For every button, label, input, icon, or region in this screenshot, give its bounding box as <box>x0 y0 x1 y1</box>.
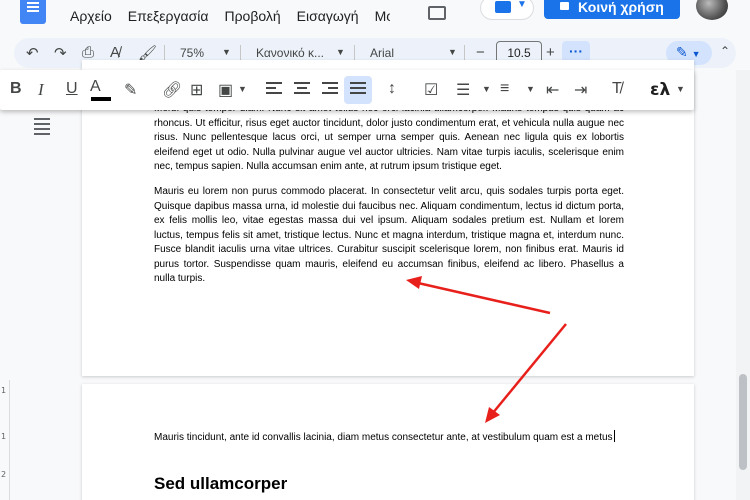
annotation-arrowhead <box>406 276 422 289</box>
annotation-arrow <box>417 281 551 315</box>
annotation-arrows <box>406 276 567 423</box>
annotation-arrow <box>491 323 567 415</box>
annotation-arrowhead <box>485 407 500 423</box>
